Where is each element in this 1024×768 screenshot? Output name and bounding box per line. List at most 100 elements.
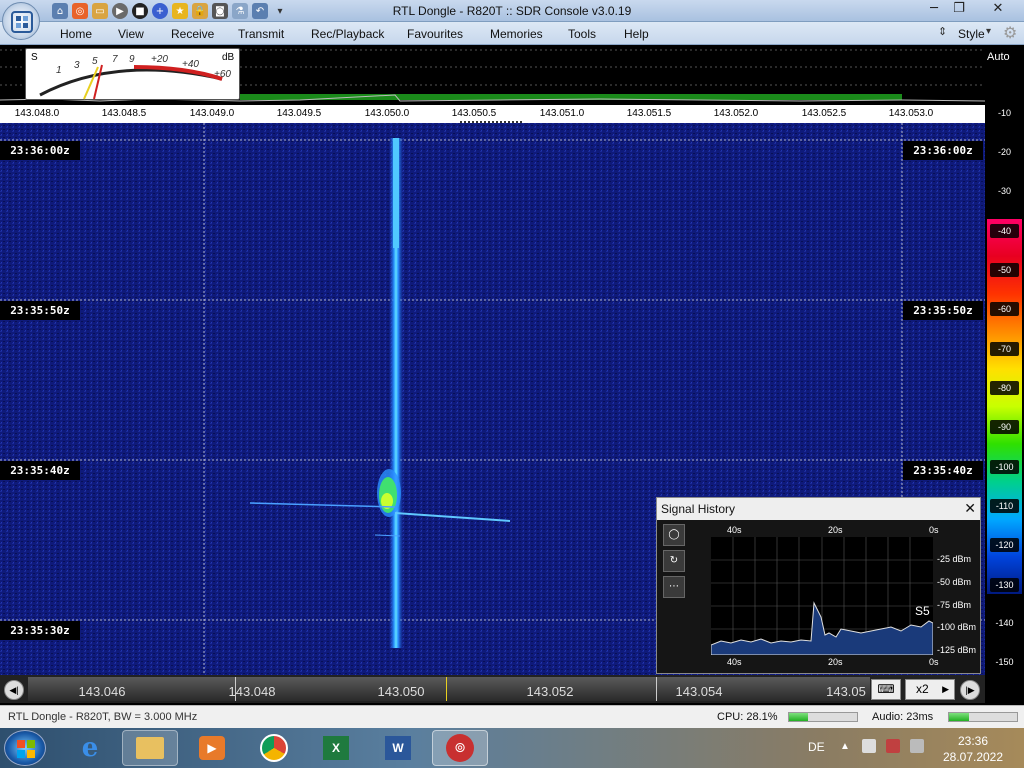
close-icon[interactable]: ✕ bbox=[964, 498, 976, 520]
menu-view[interactable]: View bbox=[118, 27, 144, 41]
signal-history-header: Signal History ✕ bbox=[657, 498, 980, 520]
record-button[interactable]: ◯ bbox=[663, 524, 685, 546]
volume-tray-icon[interactable] bbox=[910, 739, 924, 753]
timestamp-left: 23:35:30z bbox=[0, 621, 80, 640]
menu-help[interactable]: Help bbox=[624, 27, 649, 41]
freq-label: 143.050.0 bbox=[364, 108, 410, 119]
more-options-button[interactable]: ⋯ bbox=[663, 576, 685, 598]
meter-db-label: dB bbox=[222, 52, 235, 63]
db-label: -50 bbox=[990, 263, 1019, 277]
timestamp-left: 23:36:00z bbox=[0, 141, 80, 160]
db-label: -130 bbox=[990, 578, 1019, 592]
settings-gear-icon[interactable]: ⚙ bbox=[1003, 23, 1017, 42]
meter-s-label: S bbox=[31, 52, 38, 63]
media-player-icon: ▶ bbox=[199, 736, 225, 760]
meter-mark: +20 bbox=[151, 54, 168, 65]
freq-label: 143.048.0 bbox=[14, 108, 60, 119]
db-label: -100 bbox=[990, 460, 1019, 474]
taskbar-chrome[interactable] bbox=[246, 730, 302, 766]
cpu-status: CPU: 28.1% bbox=[717, 711, 778, 723]
style-dropdown-icon[interactable]: ▾ bbox=[986, 26, 991, 37]
sdr-console-window: ⌂ ◎ ▭ ▶ ■ + ★ 🔒 ◙ ⚗ ↶ ▾ RTL Dongle - R82… bbox=[0, 0, 1024, 728]
signal-history-panel: Signal History ✕ ◯ ↻ ⋯ 40s 20s 0s -25 dB… bbox=[656, 497, 981, 674]
signal-history-title: Signal History bbox=[661, 502, 736, 516]
freq-label: 143.052.0 bbox=[713, 108, 759, 119]
freq-label: 143.051.0 bbox=[539, 108, 585, 119]
y-label: -75 dBm bbox=[937, 600, 972, 610]
db-label: -120 bbox=[990, 538, 1019, 552]
db-label: -10 bbox=[997, 108, 1011, 118]
menu-receive[interactable]: Receive bbox=[171, 27, 214, 41]
app-menu-button[interactable] bbox=[2, 2, 40, 40]
keyboard-icon[interactable]: ⌨ bbox=[871, 679, 901, 700]
db-label: -40 bbox=[990, 224, 1019, 238]
close-button[interactable]: ✕ bbox=[986, 1, 1010, 19]
maximize-button[interactable]: ❐ bbox=[947, 1, 971, 19]
x-label-bottom: 40s bbox=[727, 657, 742, 667]
db-label: -60 bbox=[990, 302, 1019, 316]
system-clock[interactable]: 23:36 28.07.2022 bbox=[928, 733, 1018, 765]
x-label-bottom: 20s bbox=[828, 657, 843, 667]
device-tray-icon[interactable] bbox=[862, 739, 876, 753]
status-bar: RTL Dongle - R820T, BW = 3.000 MHz CPU: … bbox=[0, 705, 1024, 728]
menu-tools[interactable]: Tools bbox=[568, 27, 596, 41]
menu-transmit[interactable]: Transmit bbox=[238, 27, 284, 41]
y-label: -50 dBm bbox=[937, 577, 972, 587]
taskbar-media-player[interactable]: ▶ bbox=[184, 730, 240, 766]
signal-meter: S dB 1 3 5 7 9 +20 +40 +60 bbox=[25, 48, 240, 100]
taskbar-ie[interactable]: e bbox=[62, 730, 118, 766]
minimize-button[interactable]: ─ bbox=[922, 1, 946, 19]
bottom-freq-label: 143.050 bbox=[377, 684, 425, 699]
bottom-freq-label: 143.052 bbox=[526, 684, 574, 699]
cpu-progress-fill bbox=[789, 713, 809, 721]
taskbar-word[interactable]: W bbox=[370, 730, 426, 766]
network-tray-icon[interactable] bbox=[886, 739, 900, 753]
clock-date: 28.07.2022 bbox=[942, 750, 1004, 764]
taskbar-explorer[interactable] bbox=[122, 730, 178, 766]
scroll-left-button[interactable]: ◀| bbox=[4, 680, 24, 700]
freq-label: 143.052.5 bbox=[801, 108, 847, 119]
menu-rec-playback[interactable]: Rec/Playback bbox=[311, 27, 384, 41]
bottom-freq-label: 143.05 bbox=[826, 684, 866, 699]
meter-mark: +40 bbox=[182, 59, 199, 70]
meter-mark: +60 bbox=[214, 69, 231, 80]
y-label: -125 dBm bbox=[937, 645, 977, 655]
db-label: -80 bbox=[990, 381, 1019, 395]
frequency-scale[interactable]: 143.048.0 143.048.5 143.049.0 143.049.5 … bbox=[0, 105, 985, 123]
timestamp-left: 23:35:40z bbox=[0, 461, 80, 480]
sdr-console-icon: ⊚ bbox=[446, 734, 474, 762]
meter-mark: 5 bbox=[92, 56, 98, 67]
meter-mark: 3 bbox=[74, 60, 80, 71]
title-bar: ⌂ ◎ ▭ ▶ ■ + ★ 🔒 ◙ ⚗ ↶ ▾ RTL Dongle - R82… bbox=[0, 0, 1024, 22]
menu-favourites[interactable]: Favourites bbox=[407, 27, 463, 41]
taskbar-excel[interactable]: X bbox=[308, 730, 364, 766]
signal-history-plot bbox=[711, 537, 933, 655]
auto-scale-button[interactable]: Auto bbox=[987, 51, 1010, 63]
language-indicator[interactable]: DE bbox=[808, 740, 825, 754]
show-hidden-icons[interactable]: ▲ bbox=[840, 741, 850, 752]
chrome-icon bbox=[260, 734, 288, 762]
meter-mark: 9 bbox=[129, 54, 135, 65]
menu-memories[interactable]: Memories bbox=[490, 27, 543, 41]
start-button[interactable] bbox=[4, 730, 46, 766]
bottom-freq-label: 143.048 bbox=[228, 684, 276, 699]
freq-label: 143.048.5 bbox=[101, 108, 147, 119]
scroll-right-button[interactable]: |▶ bbox=[960, 680, 980, 700]
up-down-arrows-icon[interactable]: ⇕ bbox=[938, 25, 947, 38]
db-label: -110 bbox=[990, 499, 1019, 513]
reset-button[interactable]: ↻ bbox=[663, 550, 685, 572]
style-menu[interactable]: Style bbox=[958, 27, 985, 41]
timestamp-right: 23:35:50z bbox=[903, 301, 983, 320]
window-title: RTL Dongle - R820T :: SDR Console v3.0.1… bbox=[392, 4, 632, 18]
x-label-top: 40s bbox=[727, 525, 742, 535]
y-label: -100 dBm bbox=[937, 622, 977, 632]
db-label: -20 bbox=[997, 147, 1011, 157]
cpu-progress-bar bbox=[788, 712, 858, 722]
tuning-frequency-bar[interactable] bbox=[28, 677, 870, 701]
audio-status: Audio: 23ms bbox=[872, 711, 934, 723]
tuning-marker[interactable] bbox=[446, 677, 447, 701]
db-label: -70 bbox=[990, 342, 1019, 356]
menu-home[interactable]: Home bbox=[60, 27, 92, 41]
taskbar-sdr-console[interactable]: ⊚ bbox=[432, 730, 488, 766]
zoom-button[interactable]: x2 ▶ bbox=[905, 679, 955, 700]
